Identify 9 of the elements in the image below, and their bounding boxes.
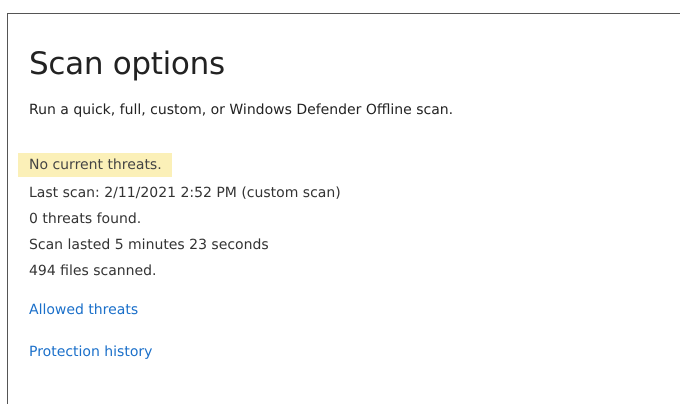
page-title: Scan options [29, 45, 225, 84]
link[interactable]: Allowed threats [29, 300, 152, 320]
scan-detail-text: Last scan: 2/11/2021 2:52 PM (custom scan) [29, 184, 341, 203]
scan-detail-text: Scan lasted 5 minutes 23 seconds [29, 236, 270, 255]
description-text: Run a quick, full, custom, or Windows Defender Offline scan. [29, 101, 454, 120]
link[interactable]: Protection history [29, 342, 152, 362]
scan-detail-text: 0 threats found. [29, 210, 142, 229]
status-message: No current threats. [18, 153, 172, 177]
scan-detail-text: 494 files scanned. [29, 262, 158, 281]
